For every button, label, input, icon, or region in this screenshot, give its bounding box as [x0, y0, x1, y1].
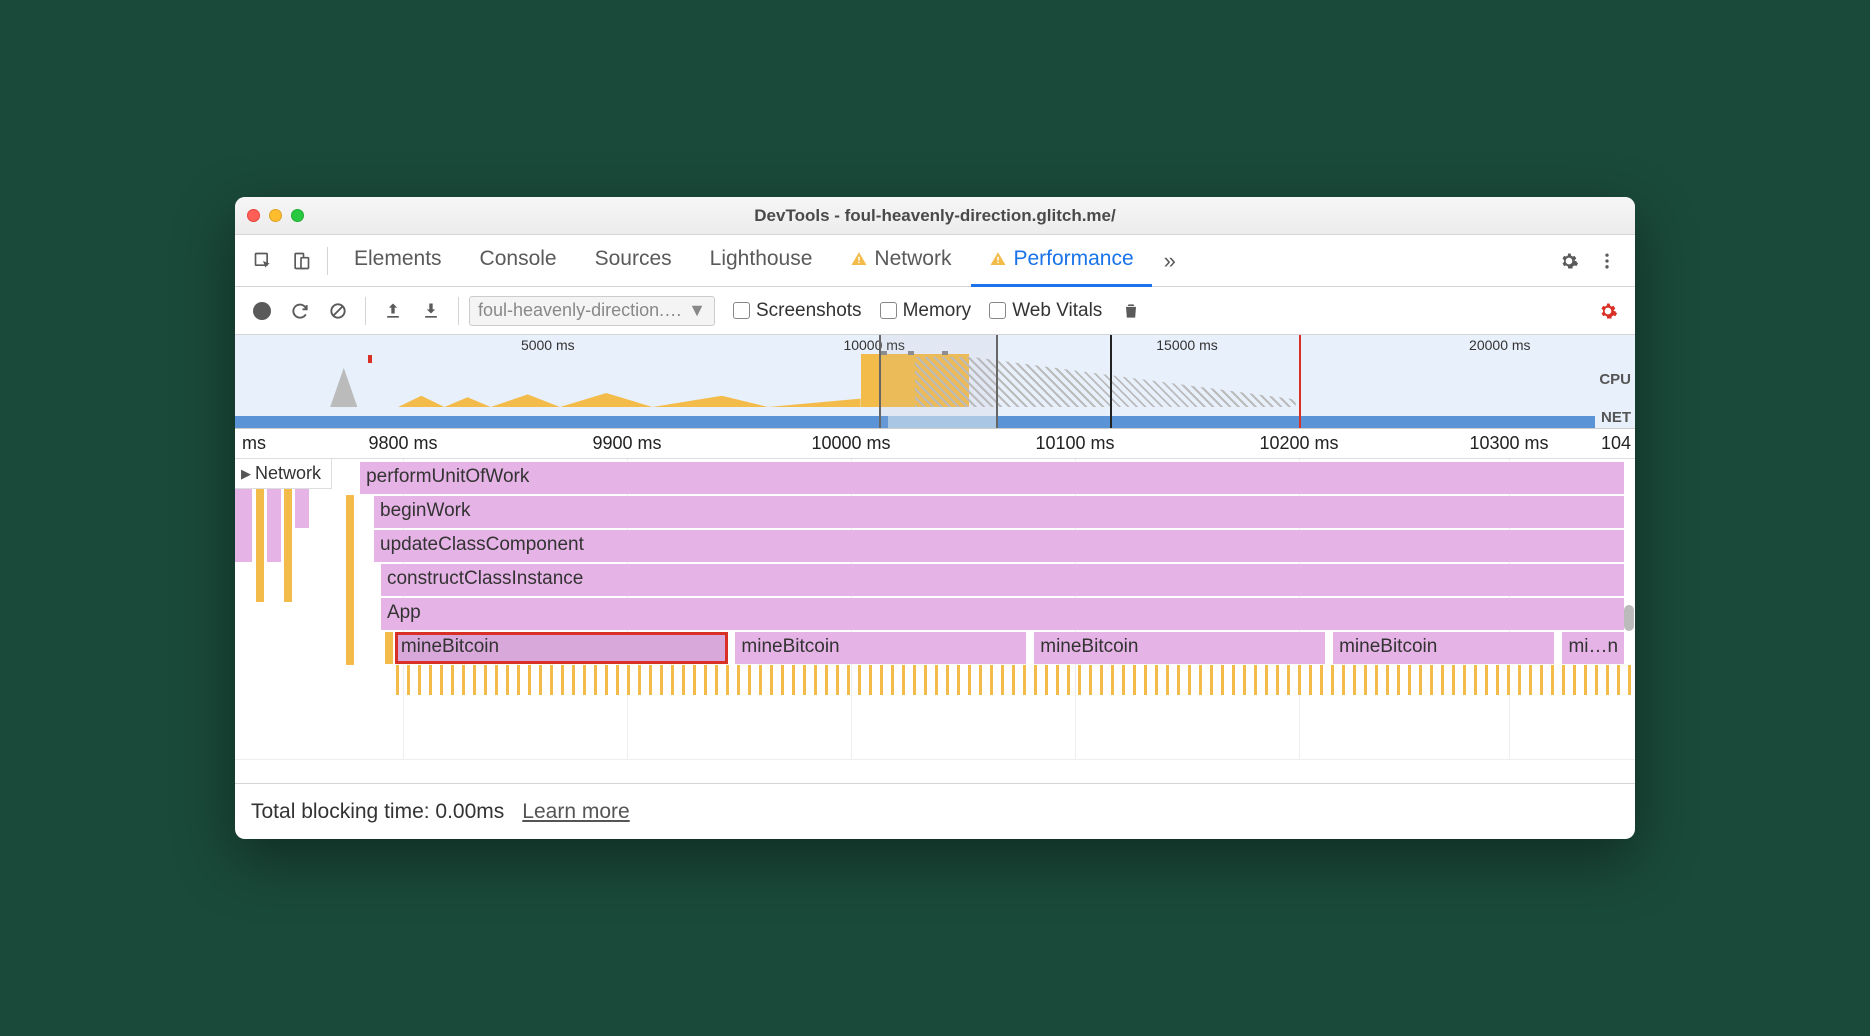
tick-strip [396, 665, 1635, 695]
main-tabbar: Elements Console Sources Lighthouse Netw… [235, 235, 1635, 287]
tab-lighthouse[interactable]: Lighthouse [692, 235, 831, 287]
flame-label: updateClassComponent [380, 534, 584, 555]
tab-label: Elements [354, 247, 442, 271]
tab-console[interactable]: Console [462, 235, 575, 287]
spacer-row [235, 759, 1635, 783]
devtools-window: DevTools - foul-heavenly-direction.glitc… [235, 197, 1635, 839]
flame-bar-app[interactable]: App [381, 598, 1625, 630]
flame-label: mineBitcoin [741, 636, 839, 657]
flame-label: mineBitcoin [1040, 636, 1138, 657]
record-button[interactable] [245, 293, 279, 329]
flame-bar-beginwork[interactable]: beginWork [374, 496, 1625, 528]
marker-line [1110, 335, 1112, 428]
flame-label: mi…n [1568, 636, 1618, 657]
ruler-tick: 10100 ms [1035, 433, 1114, 454]
warning-icon [989, 250, 1007, 268]
flame-bar[interactable] [385, 632, 393, 664]
flame-bar-minebitcoin[interactable]: mineBitcoin [735, 632, 1027, 664]
performance-toolbar: foul-heavenly-direction.… ▼ Screenshots … [235, 287, 1635, 335]
more-tabs-chevron-icon[interactable]: » [1154, 248, 1186, 274]
web-vitals-checkbox[interactable]: Web Vitals [989, 300, 1102, 322]
cpu-label: CPU [1599, 371, 1631, 388]
dropdown-chevron-icon: ▼ [688, 300, 706, 321]
tab-performance[interactable]: Performance [971, 235, 1151, 287]
upload-profile-icon[interactable] [376, 293, 410, 329]
tab-sources[interactable]: Sources [577, 235, 690, 287]
minebitcoin-row: mineBitcoin mineBitcoin mineBitcoin mine… [235, 632, 1625, 664]
timeline-ruler[interactable]: ms 9800 ms 9900 ms 10000 ms 10100 ms 102… [235, 429, 1635, 459]
blocking-time-text: Total blocking time: 0.00ms [251, 800, 504, 824]
settings-gear-icon[interactable] [1551, 243, 1587, 279]
flame-bar-minebitcoin-highlighted[interactable]: mineBitcoin [395, 632, 729, 664]
select-value: foul-heavenly-direction.… [478, 300, 682, 321]
flame-label: App [387, 602, 421, 623]
checkbox-label-text: Web Vitals [1012, 300, 1102, 322]
checkbox-icon [733, 302, 750, 319]
tab-network[interactable]: Network [832, 235, 969, 287]
flame-bar-minebitcoin[interactable]: mineBitcoin [1333, 632, 1555, 664]
ruler-tick: 10000 ms [811, 433, 890, 454]
ruler-tick: 9800 ms [368, 433, 437, 454]
flame-label: performUnitOfWork [366, 466, 529, 487]
checkbox-icon [989, 302, 1006, 319]
section-label: Network [255, 463, 321, 484]
ruler-tick: 104 [1601, 433, 1631, 454]
marker-line [368, 355, 372, 363]
scrollbar-thumb[interactable] [1624, 605, 1634, 631]
warning-icon [850, 250, 868, 268]
ruler-tick: 10300 ms [1469, 433, 1548, 454]
profile-select[interactable]: foul-heavenly-direction.… ▼ [469, 296, 715, 326]
flame-bar-minebitcoin-truncated[interactable]: mi…n [1562, 632, 1625, 664]
overview-selection[interactable] [879, 335, 998, 428]
inspect-element-icon[interactable] [245, 243, 281, 279]
kebab-menu-icon[interactable] [1589, 243, 1625, 279]
tab-label: Network [874, 247, 951, 271]
flame-chart[interactable]: ▶ Network performUnitOfWork beginWork up… [235, 459, 1635, 759]
ruler-tick: 9900 ms [592, 433, 661, 454]
titlebar: DevTools - foul-heavenly-direction.glitc… [235, 197, 1635, 235]
window-title: DevTools - foul-heavenly-direction.glitc… [235, 206, 1635, 226]
footer-bar: Total blocking time: 0.00ms Learn more [235, 783, 1635, 839]
checkbox-icon [880, 302, 897, 319]
checkbox-label-text: Memory [903, 300, 972, 322]
download-profile-icon[interactable] [414, 293, 448, 329]
flame-bar-minebitcoin[interactable]: mineBitcoin [1034, 632, 1326, 664]
tab-label: Console [480, 247, 557, 271]
net-label: NET [1601, 409, 1631, 426]
checkbox-label-text: Screenshots [756, 300, 862, 322]
screenshots-checkbox[interactable]: Screenshots [733, 300, 862, 322]
reload-button[interactable] [283, 293, 317, 329]
flame-bar-constructclassinstance[interactable]: constructClassInstance [381, 564, 1625, 596]
tab-label: Lighthouse [710, 247, 813, 271]
capture-settings-gear-icon[interactable] [1591, 293, 1625, 329]
flame-label: mineBitcoin [1339, 636, 1437, 657]
marker-line [1299, 335, 1301, 428]
device-toolbar-icon[interactable] [283, 243, 319, 279]
learn-more-link[interactable]: Learn more [522, 800, 629, 824]
tab-elements[interactable]: Elements [336, 235, 460, 287]
timeline-overview[interactable]: 5000 ms 10000 ms 15000 ms 20000 ms CPU N… [235, 335, 1635, 429]
tab-label: Sources [595, 247, 672, 271]
ruler-tick: 10200 ms [1259, 433, 1338, 454]
disclosure-triangle-icon: ▶ [241, 466, 251, 482]
flame-rows: performUnitOfWork beginWork updateClassC… [235, 462, 1625, 666]
clear-button[interactable] [321, 293, 355, 329]
separator [365, 297, 366, 325]
memory-checkbox[interactable]: Memory [880, 300, 972, 322]
separator [327, 247, 328, 275]
flame-label: beginWork [380, 500, 470, 521]
flame-label: constructClassInstance [387, 568, 583, 589]
tab-label: Performance [1013, 247, 1133, 271]
ruler-tick: ms [242, 433, 266, 454]
flame-label: mineBitcoin [401, 636, 499, 657]
flame-bar-updateclasscomponent[interactable]: updateClassComponent [374, 530, 1625, 562]
trash-icon[interactable] [1114, 293, 1148, 329]
network-section-header[interactable]: ▶ Network [235, 459, 332, 489]
separator [458, 297, 459, 325]
flame-bar-performunitofwork[interactable]: performUnitOfWork [360, 462, 1625, 494]
